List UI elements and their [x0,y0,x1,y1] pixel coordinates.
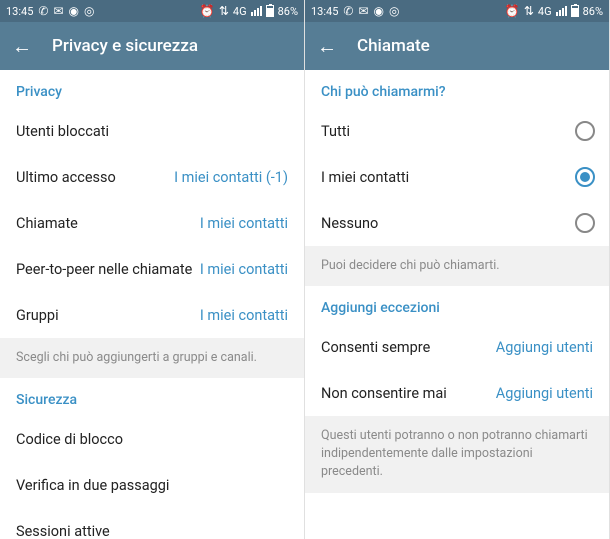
hint-who-calls: Puoi decidere chi può chiamarti. [305,246,609,286]
whatsapp-icon: ✆ [38,4,48,18]
hint-groups: Scegli chi può aggiungerti a gruppi e ca… [0,338,304,378]
row-label: Non consentire mai [321,385,447,402]
battery-pct: 86% [583,5,603,18]
radio-nobody[interactable]: Nessuno [305,200,609,246]
radio-everyone[interactable]: Tutti [305,108,609,154]
row-two-step[interactable]: Verifica in due passaggi [0,462,304,508]
whatsapp-icon: ✆ [343,4,353,18]
radio-icon [575,213,595,233]
row-label: Peer-to-peer nelle chiamate [16,261,192,278]
row-groups[interactable]: Gruppi I miei contatti [0,292,304,338]
mail-icon: ✉ [53,4,63,18]
network-label: 4G [233,5,247,18]
row-value: I miei contatti [200,215,288,232]
row-calls[interactable]: Chiamate I miei contatti [0,200,304,246]
network-label: 4G [538,5,552,18]
row-lock-code[interactable]: Codice di blocco [0,416,304,462]
row-sessions[interactable]: Sessioni attive [0,508,304,539]
mail-icon: ✉ [358,4,368,18]
row-label: Gruppi [16,307,59,324]
back-button[interactable]: ← [12,34,32,59]
section-who-header: Chi può chiamarmi? [305,70,609,108]
top-bar: ← Chiamate [305,22,609,70]
section-privacy-header: Privacy [0,70,304,108]
row-value: I miei contatti [200,261,288,278]
row-label: Codice di blocco [16,431,123,448]
row-label: Ultimo accesso [16,169,116,186]
camera-icon: ◉ [374,4,384,18]
top-bar: ← Privacy e sicurezza [0,22,304,70]
content-scroll[interactable]: Privacy Utenti bloccati Ultimo accesso I… [0,70,304,539]
hint-exceptions: Questi utenti potranno o non potranno ch… [305,416,609,492]
radio-icon [575,167,595,187]
row-label: Sessioni attive [16,523,110,539]
status-time: 13:45 [311,5,338,18]
radio-icon [575,121,595,141]
signal-icon [251,6,262,16]
add-users-link[interactable]: Aggiungi utenti [496,385,593,402]
row-blocked-users[interactable]: Utenti bloccati [0,108,304,154]
page-title: Chiamate [357,36,430,56]
row-value: I miei contatti [200,307,288,324]
screen-privacy: 13:45 ✆ ✉ ◉ ◎ ⏰ ⇅ 4G 86% ← Privacy e sic… [0,0,305,539]
instagram-icon: ◎ [389,4,399,18]
radio-my-contacts[interactable]: I miei contatti [305,154,609,200]
row-p2p-calls[interactable]: Peer-to-peer nelle chiamate I miei conta… [0,246,304,292]
row-value: I miei contatti (-1) [174,169,288,186]
section-exceptions-header: Aggiungi eccezioni [305,286,609,324]
back-button[interactable]: ← [317,34,337,59]
row-last-seen[interactable]: Ultimo accesso I miei contatti (-1) [0,154,304,200]
alarm-icon: ⏰ [505,4,520,18]
row-label: Consenti sempre [321,339,430,356]
radio-label: Tutti [321,123,350,140]
camera-icon: ◉ [69,4,79,18]
sync-icon: ⇅ [524,4,534,18]
row-label: Chiamate [16,215,78,232]
battery-pct: 86% [278,5,298,18]
signal-icon [556,6,567,16]
battery-icon [571,5,579,17]
content-scroll[interactable]: Chi può chiamarmi? Tutti I miei contatti… [305,70,609,539]
status-bar: 13:45 ✆ ✉ ◉ ◎ ⏰ ⇅ 4G 86% [0,0,304,22]
page-title: Privacy e sicurezza [52,36,198,56]
row-never-allow[interactable]: Non consentire mai Aggiungi utenti [305,370,609,416]
status-time: 13:45 [6,5,33,18]
radio-label: Nessuno [321,215,378,232]
row-label: Verifica in due passaggi [16,477,169,494]
screen-calls: 13:45 ✆ ✉ ◉ ◎ ⏰ ⇅ 4G 86% ← Chiamate Chi … [305,0,610,539]
instagram-icon: ◎ [84,4,94,18]
row-always-allow[interactable]: Consenti sempre Aggiungi utenti [305,324,609,370]
section-security-header: Sicurezza [0,378,304,416]
status-bar: 13:45 ✆ ✉ ◉ ◎ ⏰ ⇅ 4G 86% [305,0,609,22]
battery-icon [266,5,274,17]
row-label: Utenti bloccati [16,123,109,140]
add-users-link[interactable]: Aggiungi utenti [496,339,593,356]
radio-label: I miei contatti [321,169,409,186]
sync-icon: ⇅ [219,4,229,18]
alarm-icon: ⏰ [200,4,215,18]
